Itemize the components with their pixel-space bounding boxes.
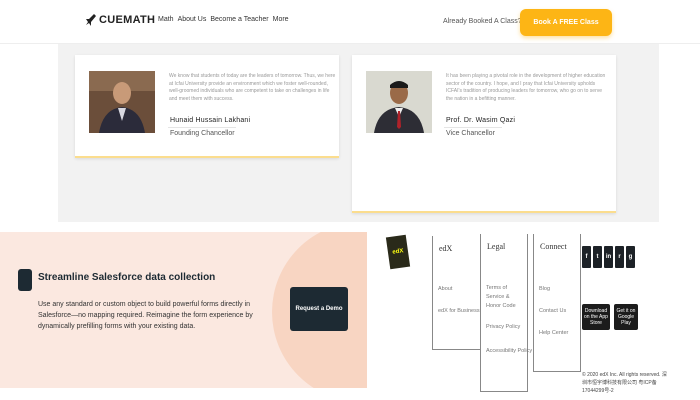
google-play-badge[interactable]: Get it on Google Play <box>614 304 638 330</box>
book-free-class-button[interactable]: Book A FREE Class <box>520 9 612 36</box>
salesforce-banner: Streamline Salesforce data collection Us… <box>0 232 367 388</box>
nav-link-math[interactable]: Math <box>158 16 174 23</box>
nav-links: Math About Us Become a Teacher More <box>158 16 289 23</box>
person-role: Vice Chancellor <box>446 130 495 137</box>
person-photo-icon <box>366 71 432 133</box>
footer-heading: Legal <box>487 242 506 251</box>
footer-link-about[interactable]: About <box>438 286 452 292</box>
footer-column-edx: edX About edX for Business <box>432 236 482 350</box>
footer-link-business[interactable]: edX for Business <box>438 308 480 314</box>
divider <box>168 127 236 128</box>
linkedin-icon[interactable]: in <box>604 246 613 268</box>
reddit-icon[interactable]: r <box>615 246 624 268</box>
facebook-icon[interactable]: f <box>582 246 591 268</box>
testimonial-card: We know that students of today are the l… <box>75 55 339 158</box>
twitter-icon[interactable]: t <box>593 246 602 268</box>
banner-title: Streamline Salesforce data collection <box>38 272 216 283</box>
already-booked-link[interactable]: Already Booked A Class? <box>443 18 522 25</box>
footer-heading: Connect <box>540 242 567 251</box>
person-role: Founding Chancellor <box>170 130 235 137</box>
edx-logo[interactable]: edX <box>385 234 411 270</box>
request-demo-button[interactable]: Request a Demo <box>290 287 348 331</box>
banner-description: Use any standard or custom object to bui… <box>38 301 253 330</box>
testimonial-card: It has been playing a pivotal role in th… <box>352 55 616 213</box>
divider <box>444 127 502 128</box>
footer-link-help[interactable]: Help Center <box>539 330 568 336</box>
app-store-badge[interactable]: Download on the App Store <box>582 304 610 330</box>
footer-link-terms[interactable]: Terms of Service & Honor Code <box>486 284 526 311</box>
testimonial-quote: It has been playing a pivotal role in th… <box>446 73 606 102</box>
testimonial-quote: We know that students of today are the l… <box>169 73 336 102</box>
footer-link-accessibility[interactable]: Accessibility Policy <box>486 348 532 354</box>
portrait-image <box>366 71 432 133</box>
footer-column-connect: Connect Blog Contact Us Help Center <box>533 234 581 372</box>
person-photo-icon <box>89 71 155 133</box>
person-name: Hunaid Hussain Lakhani <box>170 117 251 124</box>
nav-link-more[interactable]: More <box>273 16 289 23</box>
form-icon <box>18 269 32 291</box>
footer-link-contact[interactable]: Contact Us <box>539 308 566 314</box>
cuemath-logo[interactable]: CUEMATH <box>86 14 155 26</box>
footer-column-legal: Legal Terms of Service & Honor Code Priv… <box>480 234 532 392</box>
nav-link-become-teacher[interactable]: Become a Teacher <box>210 16 268 23</box>
nav-link-about[interactable]: About Us <box>178 16 207 23</box>
rocket-icon <box>86 14 96 26</box>
footer-link-blog[interactable]: Blog <box>539 286 550 292</box>
page: CUEMATH Math About Us Become a Teacher M… <box>0 0 700 400</box>
copyright-text: © 2020 edX Inc. All rights reserved. 深圳市… <box>582 372 667 394</box>
footer-link-privacy[interactable]: Privacy Policy <box>486 324 520 330</box>
footer-heading: edX <box>439 244 453 253</box>
logo-text: CUEMATH <box>99 14 156 26</box>
top-nav: CUEMATH Math About Us Become a Teacher M… <box>0 0 700 44</box>
person-name: Prof. Dr. Wasim Qazi <box>446 117 516 124</box>
meetup-icon[interactable]: g <box>626 246 635 268</box>
portrait-image <box>89 71 155 133</box>
